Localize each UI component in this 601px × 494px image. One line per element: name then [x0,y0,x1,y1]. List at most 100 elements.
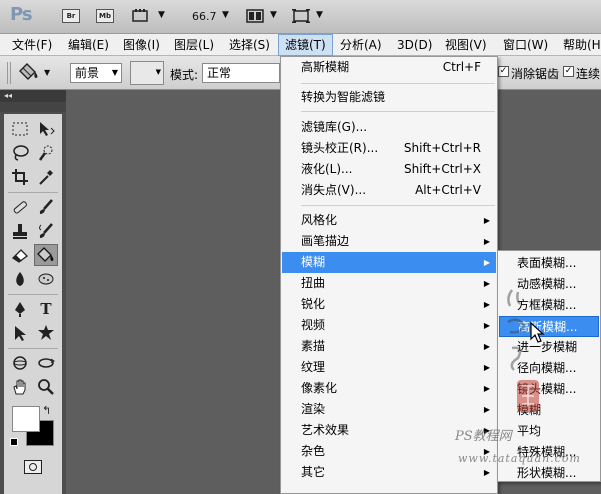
antialias-checkbox[interactable]: ✓ [498,66,509,77]
zoom-tool-icon[interactable] [34,376,58,398]
vanishing-point-item[interactable]: 消失点(V)... Alt+Ctrl+V [282,180,496,201]
category-label: 杂色 [301,444,326,458]
category-label: 艺术效果 [301,423,350,437]
contiguous-checkbox[interactable]: ✓ [563,66,574,77]
filter-category-brush-strokes[interactable]: 画笔描边 ▶ [282,231,496,252]
menu-3d[interactable]: 3D(D) [391,34,438,56]
hand-tool-icon[interactable] [8,376,32,398]
zoom-level[interactable]: 66.7 [192,10,217,23]
collapse-panel-icon[interactable]: ◂◂ [0,90,66,102]
mini-bridge-button[interactable]: Mb [96,9,114,23]
category-label: 模糊 [301,255,326,269]
menu-filter[interactable]: 滤镜(T) [278,34,333,56]
brush-tool-icon[interactable] [34,196,58,218]
filter-category-sketch[interactable]: 素描 ▶ [282,336,496,357]
last-filter-item[interactable]: 高斯模糊 Ctrl+F [282,57,496,78]
chevron-down-icon[interactable]: ▼ [270,10,277,20]
paint-bucket-icon[interactable] [18,61,40,83]
history-brush-tool-icon[interactable] [34,220,58,242]
filter-category-stylize[interactable]: 风格化 ▶ [282,210,496,231]
quick-mask-icon[interactable] [24,460,42,474]
marquee-tool-icon[interactable] [8,118,32,140]
shape-blur-item[interactable]: 形状模糊... [499,463,599,484]
arrange-documents-icon[interactable] [246,9,264,23]
chevron-down-icon[interactable]: ▼ [316,10,323,20]
pattern-picker[interactable]: ▼ [130,61,164,85]
category-label: 扭曲 [301,276,326,290]
shortcut-label: Shift+Ctrl+R [403,141,481,155]
options-grip-icon [7,62,11,84]
contiguous-label: 连续 [576,67,601,81]
lens-correction-item[interactable]: 镜头校正(R)... Shift+Ctrl+R [282,138,496,159]
crop-tool-icon[interactable] [8,166,32,188]
menu-view[interactable]: 视图(V) [439,34,493,56]
menu-help[interactable]: 帮助(H) [557,34,601,56]
category-label: 其它 [301,465,326,479]
blur-tool-icon[interactable] [8,268,32,290]
tool-divider [8,348,58,349]
menu-analysis[interactable]: 分析(A) [334,34,388,56]
path-selection-tool-icon[interactable] [8,322,32,344]
filter-category-other[interactable]: 其它 ▶ [282,462,496,483]
surface-blur-item[interactable]: 表面模糊... [499,253,599,274]
liquify-item[interactable]: 液化(L)... Shift+Ctrl+X [282,159,496,180]
menu-select[interactable]: 选择(S) [223,34,276,56]
move-tool-icon[interactable] [34,118,58,140]
filter-category-sharpen[interactable]: 锐化 ▶ [282,294,496,315]
category-label: 风格化 [301,213,338,227]
lasso-tool-icon[interactable] [8,142,32,164]
3d-rotate-tool-icon[interactable] [8,352,32,374]
view-extras-icon[interactable] [132,9,152,23]
healing-brush-tool-icon[interactable] [8,196,32,218]
menu-window[interactable]: 窗口(W) [497,34,554,56]
eraser-tool-icon[interactable] [8,244,32,266]
pen-tool-icon[interactable] [8,298,32,320]
tool-grid: T ↰ [4,114,62,494]
panel-grip[interactable] [0,102,66,112]
custom-shape-tool-icon[interactable] [34,322,58,344]
filter-category-pixelate[interactable]: 像素化 ▶ [282,378,496,399]
chevron-down-icon[interactable]: ▼ [222,10,229,20]
filter-category-render[interactable]: 渲染 ▶ [282,399,496,420]
lens-correction-label: 镜头校正(R)... [301,141,379,155]
menu-layer[interactable]: 图层(L) [168,34,220,56]
filter-category-texture[interactable]: 纹理 ▶ [282,357,496,378]
convert-smart-filters-label: 转换为智能滤镜 [301,90,386,104]
bridge-button[interactable]: Br [62,9,80,23]
shortcut-label: Shift+Ctrl+X [404,162,481,176]
clone-stamp-tool-icon[interactable] [8,220,32,242]
foreground-color-swatch-top[interactable] [12,406,40,432]
submenu-arrow-icon: ▶ [483,258,490,267]
antialias-label: 消除锯齿 [511,67,560,81]
blend-mode-value: 正常 [207,66,232,80]
average-item[interactable]: 平均 [499,421,599,442]
default-colors-icon[interactable] [10,438,18,446]
convert-smart-filters-item[interactable]: 转换为智能滤镜 [282,87,496,108]
submenu-arrow-icon: ▶ [483,300,490,309]
eyedropper-tool-icon[interactable] [34,166,58,188]
3d-orbit-tool-icon[interactable] [34,352,58,374]
filter-category-video[interactable]: 视频 ▶ [282,315,496,336]
filter-gallery-item[interactable]: 滤镜库(G)... [282,117,496,138]
category-label: 渲染 [301,402,326,416]
chevron-down-icon: ▼ [155,68,161,76]
blend-mode-select[interactable]: 正常 [202,63,280,83]
tool-divider [8,294,58,295]
filter-category-blur[interactable]: 模糊 ▶ [282,252,496,273]
chevron-down-icon[interactable]: ▼ [44,68,50,77]
category-label: 像素化 [301,381,338,395]
menu-edit[interactable]: 编辑(E) [62,34,115,56]
menu-file[interactable]: 文件(F) [6,34,58,56]
paint-bucket-tool-icon[interactable] [34,244,58,266]
filter-category-distort[interactable]: 扭曲 ▶ [282,273,496,294]
screen-mode-icon[interactable] [292,9,310,23]
sponge-tool-icon[interactable] [34,268,58,290]
swap-colors-icon[interactable]: ↰ [42,404,51,417]
menu-divider [301,83,495,84]
menu-image[interactable]: 图像(I) [117,34,166,56]
type-tool-icon[interactable]: T [34,298,58,320]
menu-divider [301,205,495,206]
fill-source-select[interactable]: 前景 ▼ [70,63,122,83]
quick-selection-tool-icon[interactable] [34,142,58,164]
chevron-down-icon[interactable]: ▼ [158,10,165,20]
